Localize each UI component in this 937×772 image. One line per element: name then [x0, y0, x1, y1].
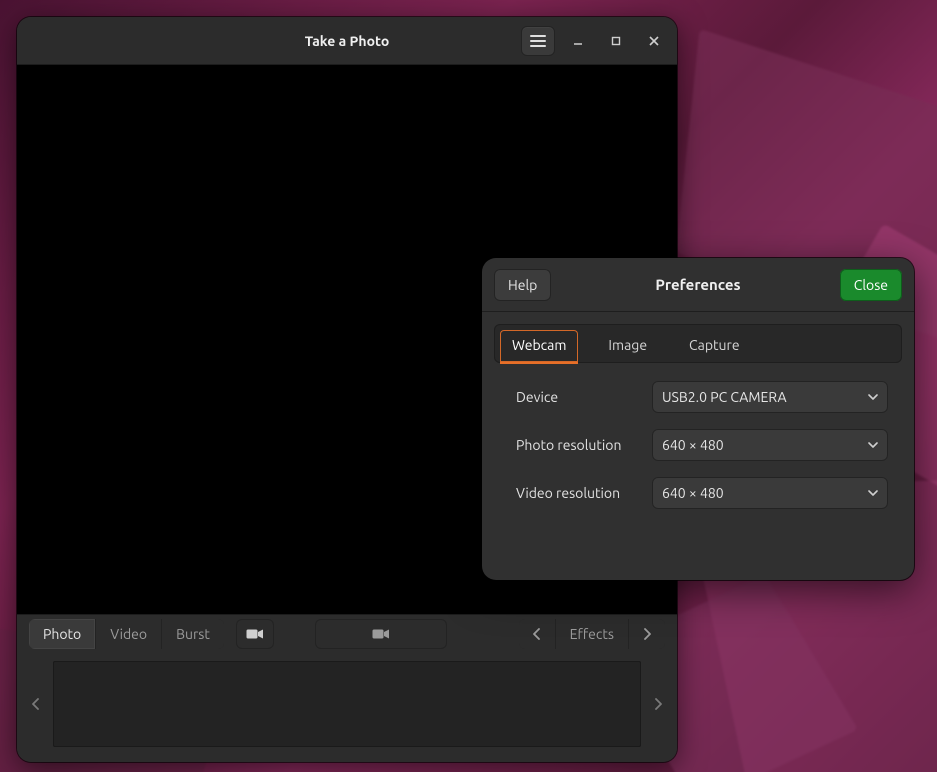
minimize-icon	[572, 35, 584, 47]
preferences-dialog: Help Preferences Close Webcam Image Capt…	[482, 258, 914, 580]
maximize-button[interactable]	[601, 26, 631, 56]
video-resolution-select[interactable]: 640 × 480	[652, 477, 888, 509]
photo-resolution-select[interactable]: 640 × 480	[652, 429, 888, 461]
record-toggle-button[interactable]	[236, 619, 274, 649]
mode-switcher: Photo Video Burst	[29, 619, 224, 649]
close-preferences-button[interactable]: Close	[840, 269, 902, 301]
chevron-left-icon	[533, 628, 541, 640]
chevron-down-icon	[868, 442, 878, 448]
effects-next-button[interactable]	[629, 619, 665, 649]
close-button[interactable]	[639, 26, 669, 56]
toolbar: Photo Video Burst Effects	[17, 614, 677, 652]
effects-button[interactable]: Effects	[556, 619, 629, 649]
chevron-down-icon	[868, 394, 878, 400]
effects-prev-button[interactable]	[519, 619, 556, 649]
chevron-right-icon	[643, 628, 651, 640]
mode-burst-button[interactable]: Burst	[162, 619, 224, 649]
shutter-button[interactable]	[315, 619, 447, 649]
mode-video-button[interactable]: Video	[96, 619, 162, 649]
preferences-tabs: Webcam Image Capture	[494, 324, 902, 363]
titlebar[interactable]: Take a Photo	[17, 17, 677, 65]
thumbnails-prev-button[interactable]	[25, 661, 47, 747]
chevron-right-icon	[654, 698, 662, 710]
device-value: USB2.0 PC CAMERA	[662, 389, 787, 405]
minimize-button[interactable]	[563, 26, 593, 56]
hamburger-icon	[530, 35, 546, 47]
tab-webcam[interactable]: Webcam	[500, 330, 578, 364]
device-label: Device	[516, 389, 644, 405]
chevron-left-icon	[32, 698, 40, 710]
video-resolution-label: Video resolution	[516, 485, 644, 501]
webcam-form: Device USB2.0 PC CAMERA Photo resolution…	[494, 363, 902, 517]
preferences-header[interactable]: Help Preferences Close	[482, 258, 914, 312]
effects-nav: Effects	[519, 619, 665, 649]
videocam-icon	[372, 628, 390, 640]
videocam-icon	[246, 628, 264, 640]
photo-resolution-value: 640 × 480	[662, 437, 724, 453]
device-select[interactable]: USB2.0 PC CAMERA	[652, 381, 888, 413]
preferences-body: Webcam Image Capture Device USB2.0 PC CA…	[482, 312, 914, 580]
thumbnail-strip	[17, 652, 677, 762]
video-resolution-value: 640 × 480	[662, 485, 724, 501]
help-button[interactable]: Help	[494, 269, 551, 301]
maximize-icon	[610, 35, 622, 47]
tab-capture[interactable]: Capture	[677, 330, 752, 363]
chevron-down-icon	[868, 490, 878, 496]
close-icon	[648, 35, 660, 47]
tab-image[interactable]: Image	[596, 330, 659, 363]
thumbnail-well[interactable]	[53, 661, 641, 747]
thumbnails-next-button[interactable]	[647, 661, 669, 747]
photo-resolution-label: Photo resolution	[516, 437, 644, 453]
mode-photo-button[interactable]: Photo	[29, 619, 96, 649]
hamburger-menu-button[interactable]	[521, 26, 555, 56]
